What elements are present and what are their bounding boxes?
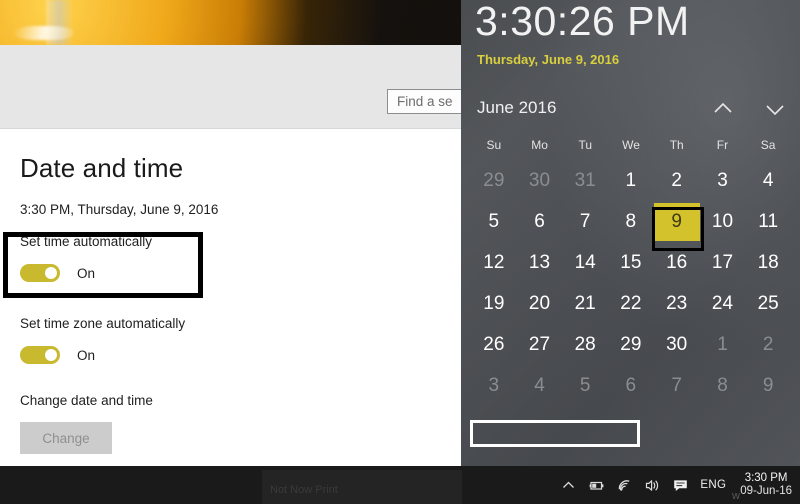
settings-content: Date and time 3:30 PM, Thursday, June 9,…	[0, 129, 461, 466]
calendar-day[interactable]: 20	[517, 283, 563, 324]
toggle-knob	[45, 267, 57, 279]
set-timezone-automatically-group: Set time zone automatically On	[20, 316, 185, 364]
search-input[interactable]: Find a se	[387, 89, 461, 114]
calendar-day[interactable]: 3	[471, 365, 517, 406]
calendar-day[interactable]: 11	[745, 201, 791, 242]
calendar-day[interactable]: 7	[654, 365, 700, 406]
calendar-day[interactable]: 1	[608, 160, 654, 201]
calendar-today-highlight: 9	[653, 202, 700, 241]
page-title: Date and time	[20, 153, 184, 183]
language-indicator[interactable]: ENG	[700, 479, 726, 491]
set-time-automatically-state: On	[77, 265, 96, 281]
calendar-day[interactable]: 30	[517, 160, 563, 201]
change-date-and-time-label: Change date and time	[20, 393, 153, 408]
calendar-weekday-tu: Tu	[578, 138, 593, 152]
calendar-day[interactable]: 12	[471, 242, 517, 283]
calendar-day[interactable]: 14	[562, 242, 608, 283]
chevron-down-icon[interactable]	[762, 98, 788, 120]
calendar-day[interactable]: 21	[562, 283, 608, 324]
flyout-clock-date: Thursday, June 9, 2016	[477, 52, 620, 67]
set-time-automatically-group: Set time automatically On	[20, 234, 152, 282]
calendar-day[interactable]: 7	[562, 201, 608, 242]
set-time-automatically-row: On	[20, 264, 152, 282]
calendar-day[interactable]: 4	[517, 365, 563, 406]
calendar-weekday-mo: Mo	[531, 138, 548, 152]
calendar-day[interactable]: 5	[562, 365, 608, 406]
chevron-up-icon[interactable]	[710, 98, 736, 120]
wallpaper-glint	[14, 26, 74, 40]
change-button[interactable]: Change	[20, 422, 112, 454]
calendar-day[interactable]: 29	[471, 160, 517, 201]
calendar-day[interactable]: 31	[562, 160, 608, 201]
calendar-day[interactable]: 24	[700, 283, 746, 324]
taskbar-window-thumbnail[interactable]: Not Now Print	[262, 470, 462, 504]
calendar-day[interactable]: 22	[608, 283, 654, 324]
calendar-day[interactable]: 26	[471, 324, 517, 365]
calendar-day[interactable]: 3	[700, 160, 746, 201]
toggle-knob	[45, 349, 57, 361]
set-timezone-automatically-label: Set time zone automatically	[20, 316, 186, 331]
calendar-day[interactable]: 6	[608, 365, 654, 406]
set-timezone-automatically-toggle[interactable]	[20, 346, 60, 364]
system-tray: ENG 3:30 PM 09-Jun-16	[560, 466, 792, 504]
battery-icon[interactable]	[588, 477, 605, 494]
calendar-nav	[710, 98, 788, 120]
calendar-day[interactable]: 30	[654, 324, 700, 365]
calendar-day-grid: 29 30 31 1 2 3 4 5 6 7 8 9 10 11 12 13 14 15 16 17 18 19 20 21 2…	[471, 160, 791, 406]
settings-window: Find a se Date and time 3:30 PM, Thursda…	[0, 45, 461, 466]
calendar-day[interactable]: 23	[654, 283, 700, 324]
set-timezone-automatically-row: On	[20, 346, 185, 364]
calendar-day[interactable]: 28	[562, 324, 608, 365]
calendar-day[interactable]: 13	[517, 242, 563, 283]
calendar-day[interactable]: 8	[700, 365, 746, 406]
watermark-text: w	[732, 490, 740, 502]
calendar-day-today[interactable]: 9	[653, 201, 700, 242]
taskbar: Not Now Print ENG 3:30 PM 09-Jun-16 w	[0, 466, 800, 504]
wifi-icon[interactable]	[616, 477, 633, 494]
calendar-day[interactable]: 25	[745, 283, 791, 324]
current-datetime-text: 3:30 PM, Thursday, June 9, 2016	[20, 202, 219, 217]
calendar-day[interactable]: 9	[745, 365, 791, 406]
calendar-weekday-th: Th	[669, 138, 684, 152]
calendar-day[interactable]: 18	[745, 242, 791, 283]
taskbar-clock-date: 09-Jun-16	[740, 485, 792, 497]
calendar-day[interactable]: 10	[700, 201, 746, 242]
action-center-icon[interactable]	[672, 477, 689, 494]
calendar-day[interactable]: 27	[517, 324, 563, 365]
set-time-automatically-label: Set time automatically	[20, 234, 153, 249]
flyout-clock-time: 3:30:26 PM	[475, 0, 690, 44]
calendar-weekday-we: We	[622, 138, 640, 152]
calendar-day[interactable]: 8	[608, 201, 654, 242]
show-hidden-icons-chevron-up-icon[interactable]	[560, 477, 577, 494]
taskbar-clock[interactable]: 3:30 PM 09-Jun-16	[740, 472, 792, 498]
set-time-automatically-toggle[interactable]	[20, 264, 60, 282]
change-date-and-time-group: Change date and time Change	[20, 393, 153, 454]
calendar-day[interactable]: 1	[700, 324, 746, 365]
desktop-wallpaper	[0, 0, 461, 45]
calendar-day[interactable]: 2	[654, 160, 700, 201]
calendar-day[interactable]: 29	[608, 324, 654, 365]
clock-calendar-flyout: 3:30:26 PM Thursday, June 9, 2016 June 2…	[461, 0, 800, 466]
search-placeholder: Find a se	[397, 94, 453, 109]
set-timezone-automatically-state: On	[77, 347, 96, 363]
calendar-day[interactable]: 2	[745, 324, 791, 365]
calendar-day[interactable]: 6	[517, 201, 563, 242]
calendar-day[interactable]: 17	[700, 242, 746, 283]
taskbar-clock-time: 3:30 PM	[744, 472, 788, 484]
calendar-weekday-sa: Sa	[760, 138, 776, 152]
volume-speaker-icon[interactable]	[644, 477, 661, 494]
calendar-weekday-su: Su	[486, 138, 502, 152]
taskbar-thumbnail-label: Not Now Print	[270, 484, 338, 496]
calendar-day[interactable]: 19	[471, 283, 517, 324]
calendar-month-year: June 2016	[477, 98, 557, 117]
calendar-weekday-fr: Fr	[716, 138, 729, 152]
calendar-day[interactable]: 4	[745, 160, 791, 201]
calendar-day[interactable]: 15	[608, 242, 654, 283]
calendar-weekday-header: Su Mo Tu We Th Fr Sa	[471, 138, 791, 152]
settings-window-header: Find a se	[0, 45, 461, 129]
calendar-day[interactable]: 16	[654, 242, 700, 283]
calendar-day[interactable]: 5	[471, 201, 517, 242]
